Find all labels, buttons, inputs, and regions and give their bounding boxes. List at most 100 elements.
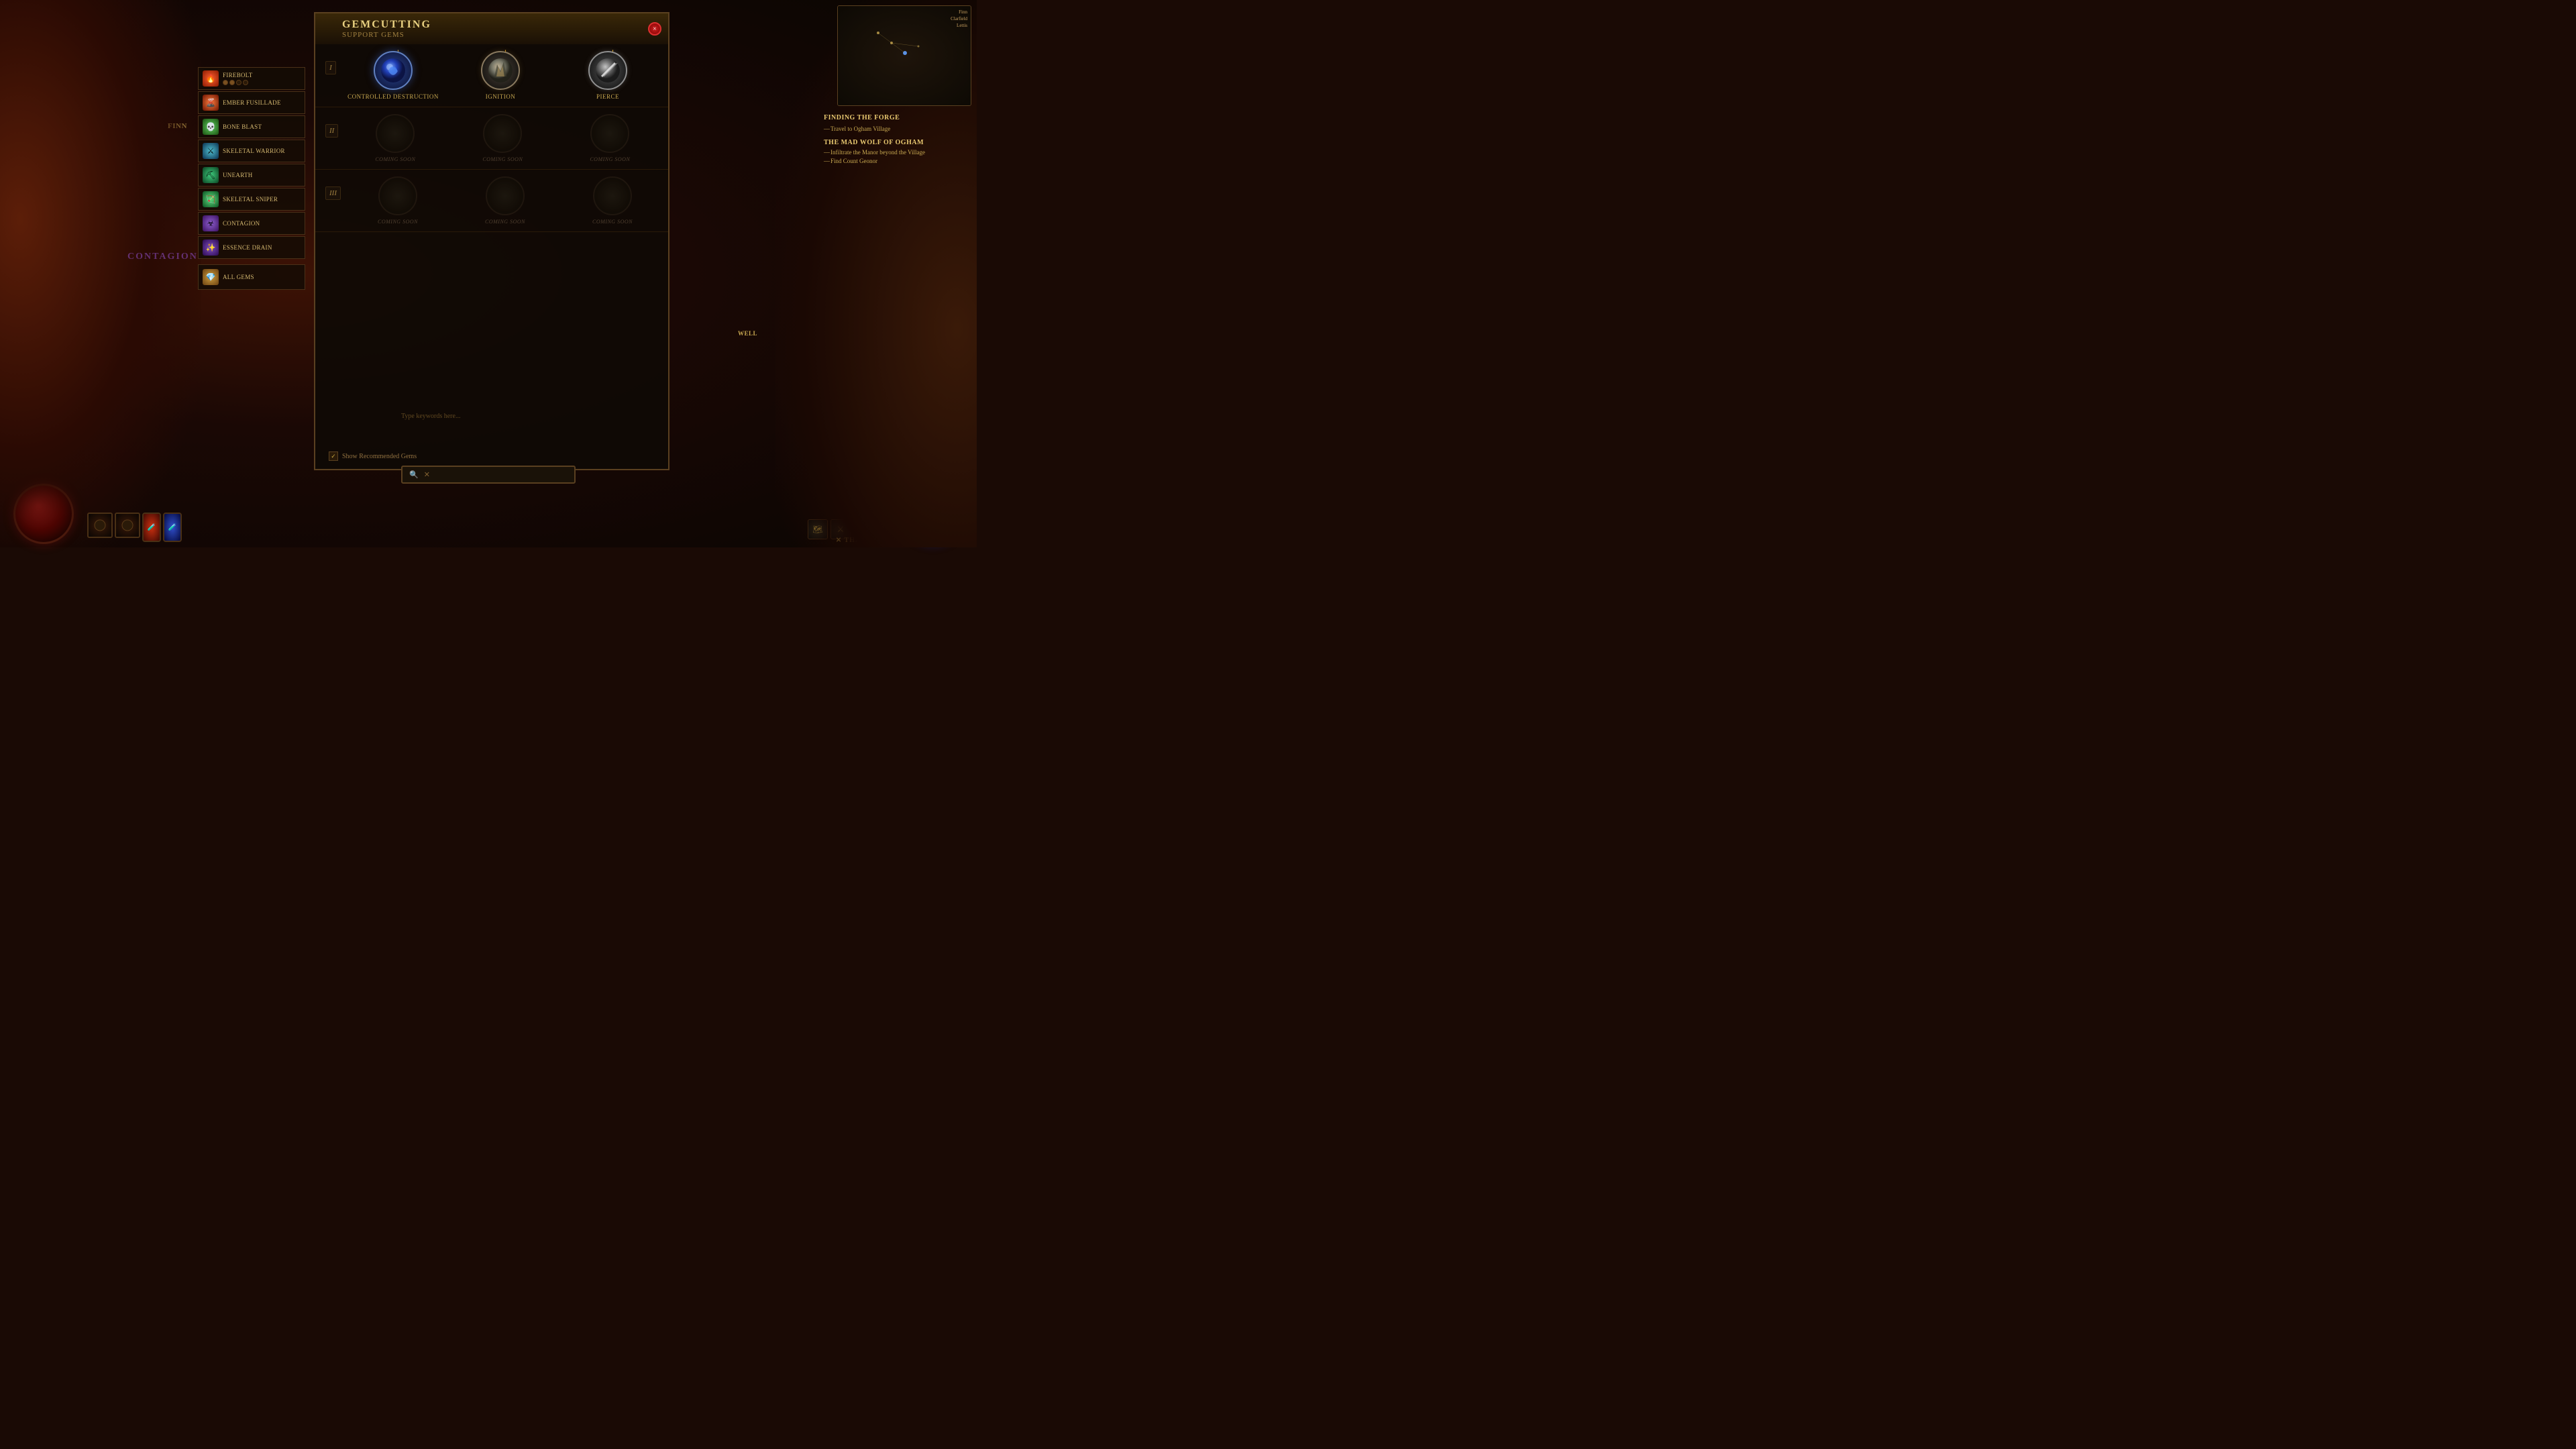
skill-item-firebolt[interactable]: 🔥 Firebolt bbox=[198, 67, 305, 90]
search-input[interactable] bbox=[401, 413, 576, 420]
gem-slot-cs2: Coming Soon bbox=[452, 114, 553, 162]
gem-pierce[interactable] bbox=[588, 51, 627, 90]
skill-name-essence: Essence Drain bbox=[223, 244, 272, 251]
skill-action-bar: 🧪 🧪 bbox=[87, 513, 182, 542]
gemcutting-panel: Gemcutting Support Gems × I ! bbox=[314, 12, 669, 475]
skill-name-sniper: Skeletal Sniper bbox=[223, 196, 278, 203]
skill-item-skeletal[interactable]: ⚔ Skeletal Warrior bbox=[198, 140, 305, 162]
gem-coming-soon-4 bbox=[378, 176, 417, 215]
skill-item-contagion[interactable]: ☣ Contagion bbox=[198, 212, 305, 235]
skill-dots-firebolt bbox=[223, 80, 253, 85]
gem-slot-cs3: Coming Soon bbox=[559, 114, 660, 162]
minimap: Finn Clarfield Lettis bbox=[837, 5, 971, 106]
action-icon-1 bbox=[93, 519, 107, 532]
quest-title-2: The Mad Wolf of Ogham bbox=[824, 139, 971, 146]
tier-label-3: III bbox=[325, 176, 341, 200]
search-clear-button[interactable]: ✕ bbox=[424, 470, 430, 479]
unearth-icon: ⛏ bbox=[203, 167, 219, 183]
show-recommended-checkbox[interactable]: ✓ bbox=[329, 451, 338, 461]
gem-slot-controlled-destruction: ! bbox=[343, 51, 443, 100]
action-slot-flask-2[interactable]: 🧪 bbox=[163, 513, 182, 542]
skill-item-bone[interactable]: 💀 Bone Blast bbox=[198, 115, 305, 138]
gem-coming-soon-6 bbox=[593, 176, 632, 215]
gems-row-3: Coming Soon Coming Soon Coming Soon bbox=[341, 176, 663, 225]
quest-title-1: Finding the Forge bbox=[824, 114, 971, 121]
tier-roman-1: I bbox=[325, 61, 336, 74]
panel-title: Gemcutting bbox=[342, 19, 641, 31]
skill-name-bone: Bone Blast bbox=[223, 123, 262, 130]
contagion-bg-label: CONTAGION bbox=[127, 252, 198, 262]
flask-icon-2: 🧪 bbox=[168, 524, 176, 531]
pierce-svg bbox=[595, 58, 621, 83]
gem-icon-ignition bbox=[486, 56, 515, 85]
gems-row-1: ! bbox=[336, 51, 658, 100]
search-icon: 🔍 bbox=[409, 470, 419, 479]
panel-body: I ! bbox=[314, 44, 669, 470]
skill-item-ember[interactable]: 🌋 Ember Fusillade bbox=[198, 91, 305, 114]
skills-panel: 🔥 Firebolt 🌋 Ember Fusillade 💀 Bone Blas… bbox=[198, 67, 305, 290]
show-recommended-area: ✓ Show Recommended Gems bbox=[329, 451, 417, 461]
gem-name-controlled: Controlled Destruction bbox=[343, 93, 443, 100]
gem-controlled-destruction[interactable] bbox=[374, 51, 413, 90]
skill-name-unearth: Unearth bbox=[223, 172, 253, 178]
tier-label-1: I bbox=[325, 51, 336, 74]
close-button[interactable]: × bbox=[648, 22, 661, 36]
quest-panel: Finding the Forge Travel to Ogham Villag… bbox=[824, 114, 971, 166]
minimap-label-lettis: Lettis bbox=[951, 23, 967, 30]
gem-coming-soon-text-5: Coming Soon bbox=[485, 219, 525, 225]
gems-row-2: Coming Soon Coming Soon Coming Soon bbox=[338, 114, 660, 162]
tier-row-2: II Coming Soon Coming Soon Coming Soon bbox=[315, 107, 668, 170]
controlled-destruction-svg bbox=[380, 58, 406, 83]
minimap-bg: Finn Clarfield Lettis bbox=[837, 5, 971, 106]
skill-name-skeletal: Skeletal Warrior bbox=[223, 148, 285, 154]
skill-item-sniper[interactable]: 🏹 Skeletal Sniper bbox=[198, 188, 305, 211]
gem-name-pierce: Pierce bbox=[557, 93, 658, 100]
dot bbox=[223, 80, 228, 85]
skill-name-contagion: Contagion bbox=[223, 220, 260, 227]
search-container: 🔍 ✕ bbox=[401, 466, 576, 484]
dot bbox=[243, 80, 248, 85]
all-gems-label: All Gems bbox=[223, 274, 254, 280]
flask-icon-1: 🧪 bbox=[148, 524, 156, 531]
cave-left-bg bbox=[0, 0, 201, 547]
tier-label-2: II bbox=[325, 114, 338, 138]
skeletal-icon: ⚔ bbox=[203, 143, 219, 159]
panel-title-bar: Gemcutting Support Gems × bbox=[314, 12, 669, 44]
quest-item-count: Find Count Geonor bbox=[824, 158, 971, 164]
gem-slot-cs6: Coming Soon bbox=[562, 176, 663, 225]
contagion-icon: ☣ bbox=[203, 215, 219, 231]
dot bbox=[229, 80, 235, 85]
gem-coming-soon-text-3: Coming Soon bbox=[590, 156, 630, 162]
gem-coming-soon-text-2: Coming Soon bbox=[482, 156, 523, 162]
skill-item-unearth[interactable]: ⛏ Unearth bbox=[198, 164, 305, 186]
ignition-svg bbox=[488, 58, 513, 83]
gem-slot-cs5: Coming Soon bbox=[455, 176, 555, 225]
gem-icon-controlled bbox=[379, 56, 407, 85]
firebolt-icon: 🔥 bbox=[203, 70, 219, 87]
gem-coming-soon-5 bbox=[486, 176, 525, 215]
show-recommended-label: Show Recommended Gems bbox=[342, 453, 417, 460]
gem-coming-soon-2 bbox=[483, 114, 522, 153]
action-slot-1[interactable] bbox=[87, 513, 113, 538]
minimap-label-finn: Finn bbox=[951, 9, 967, 16]
gem-ignition[interactable] bbox=[481, 51, 520, 90]
tier-roman-3: III bbox=[325, 186, 341, 200]
action-slot-flask-1[interactable]: 🧪 bbox=[142, 513, 161, 542]
ember-icon: 🌋 bbox=[203, 95, 219, 111]
gem-coming-soon-text-4: Coming Soon bbox=[378, 219, 418, 225]
dot bbox=[236, 80, 241, 85]
all-gems-button[interactable]: 💎 All Gems bbox=[198, 264, 305, 290]
tier-roman-2: II bbox=[325, 124, 338, 138]
minimap-labels: Finn Clarfield Lettis bbox=[951, 9, 967, 29]
gem-slot-ignition: ! bbox=[450, 51, 551, 100]
action-slot-2[interactable] bbox=[115, 513, 140, 538]
gem-slot-cs1: Coming Soon bbox=[345, 114, 445, 162]
gem-icon-pierce bbox=[594, 56, 622, 85]
all-gems-icon: 💎 bbox=[203, 269, 219, 285]
gem-slot-cs4: Coming Soon bbox=[347, 176, 448, 225]
essence-icon: ✨ bbox=[203, 239, 219, 256]
skill-item-essence[interactable]: ✨ Essence Drain bbox=[198, 236, 305, 259]
gem-coming-soon-text-1: Coming Soon bbox=[375, 156, 415, 162]
skill-name-firebolt: Firebolt bbox=[223, 72, 253, 78]
world-label-well: Well bbox=[738, 330, 757, 337]
